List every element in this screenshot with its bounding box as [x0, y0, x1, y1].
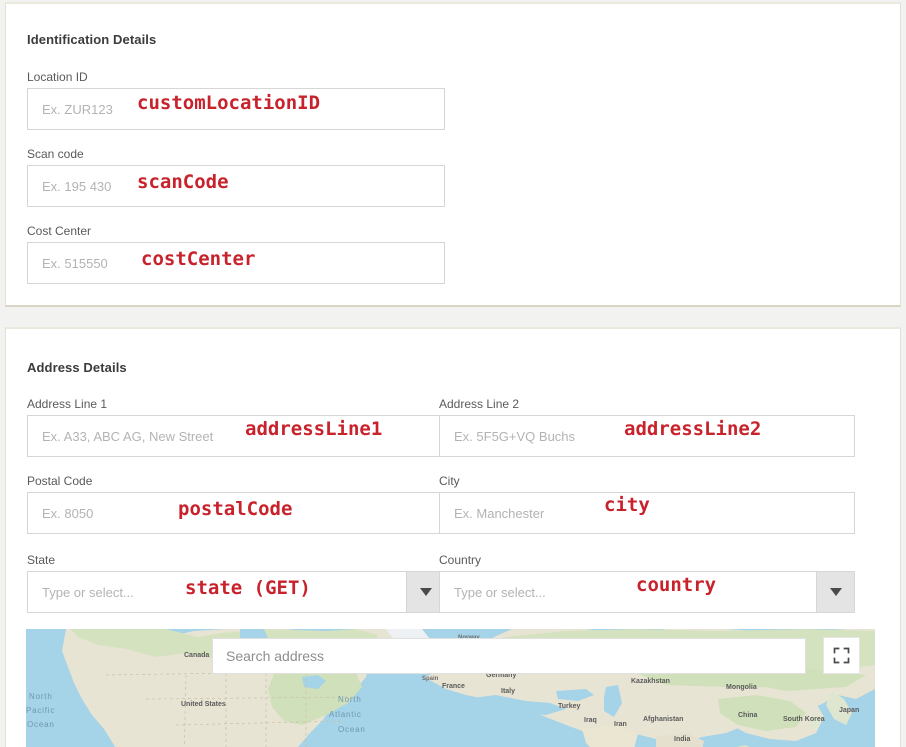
field-cost-center: Cost Center Ex. 515550 costCenter	[27, 224, 445, 284]
field-label-scan-code: Scan code	[27, 147, 84, 161]
chevron-down-icon[interactable]	[816, 572, 854, 612]
annotation-scan-code: scanCode	[137, 171, 229, 193]
map-label: North	[29, 692, 53, 701]
map-search-placeholder: Search address	[226, 648, 325, 664]
field-label-city: City	[439, 474, 460, 488]
address-line-1-placeholder: Ex. A33, ABC AG, New Street	[42, 428, 214, 444]
caret-shape	[419, 588, 432, 596]
annotation-state: state (GET)	[185, 577, 311, 599]
form-page: Identification Details Location ID Ex. Z…	[0, 0, 906, 747]
map-label: Atlantic	[329, 710, 362, 719]
map-label: United States	[181, 701, 226, 708]
field-scan-code: Scan code Ex. 195 430 scanCode	[27, 147, 445, 207]
map-label: Turkey	[558, 703, 581, 710]
map-label: Spain	[422, 676, 439, 682]
field-state: State Type or select... state (GET)	[27, 553, 445, 613]
panel-separator	[0, 307, 906, 327]
map-label: Kazakhstan	[631, 678, 670, 685]
city-placeholder: Ex. Manchester	[454, 505, 545, 521]
left-gutter	[0, 0, 5, 747]
map-label: India	[674, 736, 690, 743]
map-label: Iraq	[584, 717, 597, 724]
map-label: South Korea	[783, 716, 825, 723]
field-label-cost-center: Cost Center	[27, 224, 92, 238]
fullscreen-glyph	[833, 647, 850, 664]
annotation-address-line-1: addressLine1	[245, 418, 383, 440]
right-gutter	[901, 0, 906, 747]
cost-center-placeholder: Ex. 515550	[42, 255, 108, 271]
field-label-address-line-2: Address Line 2	[439, 397, 520, 411]
field-label-state: State	[27, 553, 56, 567]
map-label: Pacific	[26, 706, 55, 715]
address-line-2-placeholder: Ex. 5F5G+VQ Buchs	[454, 428, 576, 444]
map-label: Iran	[614, 721, 627, 728]
map-label: Afghanistan	[643, 716, 683, 723]
annotation-cost-center: costCenter	[141, 248, 256, 270]
map-label: Italy	[501, 688, 515, 695]
identification-details-panel: Identification Details Location ID Ex. Z…	[5, 2, 901, 307]
map-label: Mongolia	[726, 684, 757, 691]
annotation-postal-code: postalCode	[178, 498, 293, 520]
field-label-postal-code: Postal Code	[27, 474, 93, 488]
country-placeholder: Type or select...	[454, 584, 546, 600]
field-postal-code: Postal Code Ex. 8050 postalCode	[27, 474, 445, 534]
map-label: China	[738, 712, 758, 719]
map-label: North	[338, 695, 362, 704]
map-search-input[interactable]: Search address	[212, 638, 806, 674]
map-label: Japan	[839, 707, 859, 714]
map-label: Ocean	[338, 725, 366, 734]
field-label-location-id: Location ID	[27, 70, 88, 84]
scan-code-placeholder: Ex. 195 430	[42, 178, 112, 194]
scan-code-input[interactable]: Ex. 195 430	[27, 165, 445, 207]
annotation-country: country	[636, 574, 717, 596]
field-city: City Ex. Manchester city	[439, 474, 855, 534]
location-id-placeholder: Ex. ZUR123	[42, 101, 113, 117]
address-details-heading: Address Details	[27, 360, 127, 375]
state-placeholder: Type or select...	[42, 584, 134, 600]
field-label-country: Country	[439, 553, 482, 567]
fullscreen-icon[interactable]	[823, 637, 860, 674]
map-label: France	[442, 683, 465, 690]
field-address-line-1: Address Line 1 Ex. A33, ABC AG, New Stre…	[27, 397, 445, 457]
field-label-address-line-1: Address Line 1	[27, 397, 108, 411]
map-label: Canada	[184, 652, 209, 659]
field-country: Country Type or select... country	[439, 553, 855, 613]
field-address-line-2: Address Line 2 Ex. 5F5G+VQ Buchs address…	[439, 397, 855, 457]
annotation-address-line-2: addressLine2	[624, 418, 762, 440]
map-label: Ocean	[27, 720, 55, 729]
address-line-1-input[interactable]: Ex. A33, ABC AG, New Street	[27, 415, 445, 457]
annotation-city: city	[604, 494, 650, 516]
identification-details-heading: Identification Details	[27, 32, 157, 47]
caret-shape	[829, 588, 842, 596]
annotation-custom-location-id: customLocationID	[137, 92, 321, 114]
postal-code-placeholder: Ex. 8050	[42, 505, 94, 521]
field-location-id: Location ID Ex. ZUR123 customLocationID	[27, 70, 445, 130]
